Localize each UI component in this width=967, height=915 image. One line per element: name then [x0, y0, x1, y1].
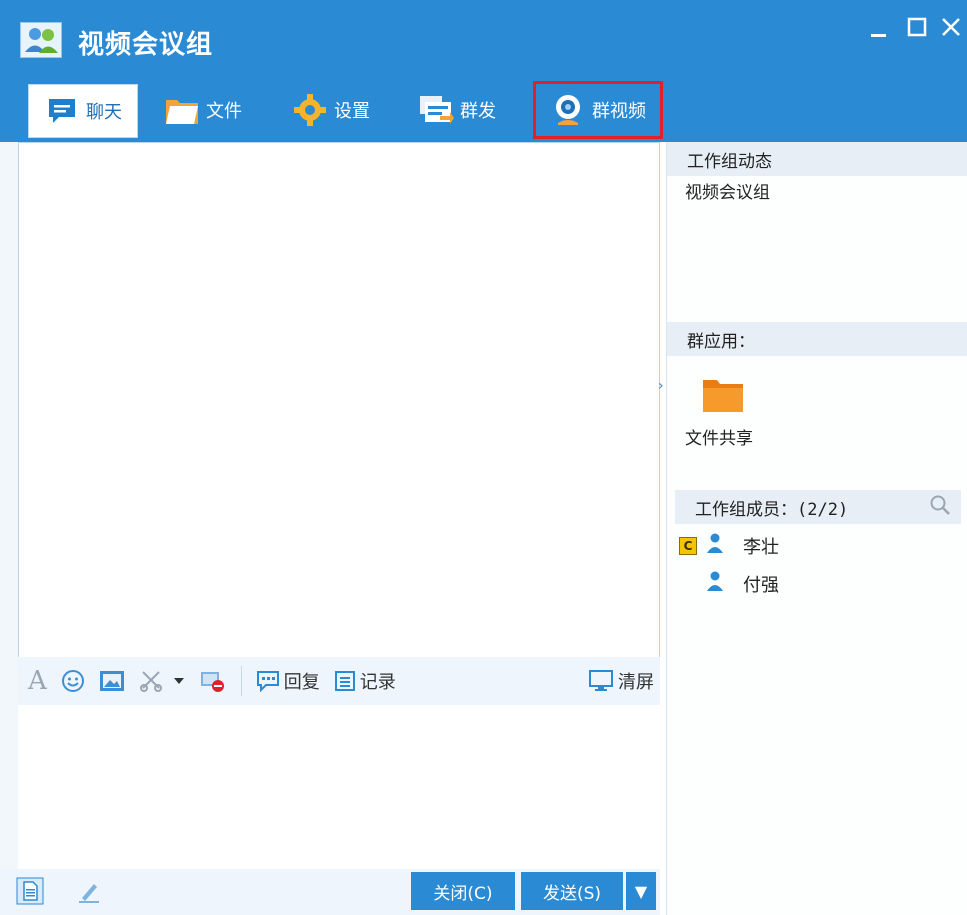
content-area: A 回复 记录 清屏 关闭(C) 发送(S) ▼ › 工作组动态 视频会议组 群… — [0, 142, 967, 915]
tab-label: 群发 — [460, 101, 496, 122]
chat-bubble-icon — [44, 94, 80, 128]
file-share-label: 文件共享 — [685, 429, 753, 449]
document-icon[interactable] — [16, 877, 44, 909]
activity-title: 工作组动态 — [687, 151, 772, 172]
group-users-icon — [20, 22, 62, 58]
record-label: 记录 — [359, 672, 396, 693]
group-sidebar: 工作组动态 视频会议组 群应用： 文件共享 工作组成员：(2/2) C 李壮 付… — [666, 142, 967, 915]
user-icon — [705, 570, 725, 597]
creator-badge: C — [679, 536, 697, 555]
record-button[interactable]: 记录 — [334, 668, 396, 694]
tab-label: 群视频 — [592, 101, 646, 122]
font-glyph: A — [28, 666, 47, 696]
members-header: 工作组成员：(2/2) — [675, 490, 961, 524]
title-bar[interactable]: 视频会议组 — [0, 0, 967, 80]
tab-chat[interactable]: 聊天 — [28, 84, 138, 138]
reply-label: 回复 — [283, 672, 320, 693]
tab-broadcast[interactable]: 群发 — [418, 84, 518, 136]
tab-group-video[interactable]: 群视频 — [533, 81, 663, 139]
tab-files[interactable]: 文件 — [164, 84, 264, 136]
folder-icon — [164, 93, 200, 127]
window-title: 视频会议组 — [78, 30, 214, 60]
tab-label: 文件 — [206, 101, 242, 122]
left-gutter — [0, 142, 18, 915]
apps-title: 群应用： — [687, 331, 755, 352]
font-icon[interactable]: A — [28, 666, 47, 696]
bottom-bar: 关闭(C) 发送(S) ▼ — [0, 869, 660, 915]
member-name: 李壮 — [743, 536, 779, 558]
broadcast-icon — [418, 93, 454, 127]
close-button[interactable]: 关闭(C) — [411, 872, 515, 910]
message-input[interactable] — [18, 705, 660, 869]
tab-settings[interactable]: 设置 — [292, 84, 392, 136]
chat-history-pane[interactable] — [18, 142, 660, 658]
shake-icon[interactable] — [199, 669, 227, 693]
main-toolbar: 聊天 文件 设置 群发 群视频 — [0, 80, 967, 142]
member-row[interactable]: 付强 — [705, 570, 779, 597]
clear-screen-label: 清屏 — [618, 672, 654, 693]
members-title: 工作组成员：(2/2) — [695, 499, 849, 520]
tab-label: 聊天 — [86, 102, 122, 123]
gear-icon — [292, 93, 328, 127]
webcam-icon — [550, 93, 586, 127]
send-button-label: 发送(S) — [542, 883, 602, 904]
emoji-icon[interactable] — [61, 669, 85, 693]
close-button-label: 关闭(C) — [433, 883, 493, 904]
user-icon — [705, 532, 725, 559]
scissors-icon[interactable] — [139, 669, 163, 693]
apps-header: 群应用： — [667, 322, 967, 356]
clear-screen-button[interactable]: 清屏 — [588, 668, 654, 694]
input-toolbar: A 回复 记录 清屏 — [18, 657, 660, 705]
window: 视频会议组 聊天 文件 设置 群发 群视频 A 回复 记录 清屏 关闭(C) 发… — [0, 0, 967, 915]
search-icon[interactable] — [929, 494, 951, 521]
close-window-button[interactable] — [938, 14, 964, 40]
toolbar-divider — [240, 666, 242, 696]
pen-icon[interactable] — [76, 879, 102, 909]
minimize-button[interactable] — [866, 14, 892, 40]
member-row[interactable]: C 李壮 — [679, 532, 779, 559]
maximize-button[interactable] — [904, 14, 930, 40]
activity-text: 视频会议组 — [685, 183, 770, 203]
expand-panel-arrow[interactable]: › — [658, 378, 664, 394]
tab-label: 设置 — [334, 101, 370, 122]
send-button[interactable]: 发送(S) — [521, 872, 623, 910]
member-name: 付强 — [743, 574, 779, 596]
reply-button[interactable]: 回复 — [256, 668, 320, 694]
send-options-dropdown[interactable]: ▼ — [626, 872, 656, 910]
image-icon[interactable] — [99, 670, 125, 692]
chevron-down-icon: ▼ — [634, 881, 648, 901]
screenshot-dropdown-icon[interactable] — [173, 676, 185, 686]
folder-icon — [701, 374, 745, 418]
activity-header: 工作组动态 — [667, 142, 967, 176]
